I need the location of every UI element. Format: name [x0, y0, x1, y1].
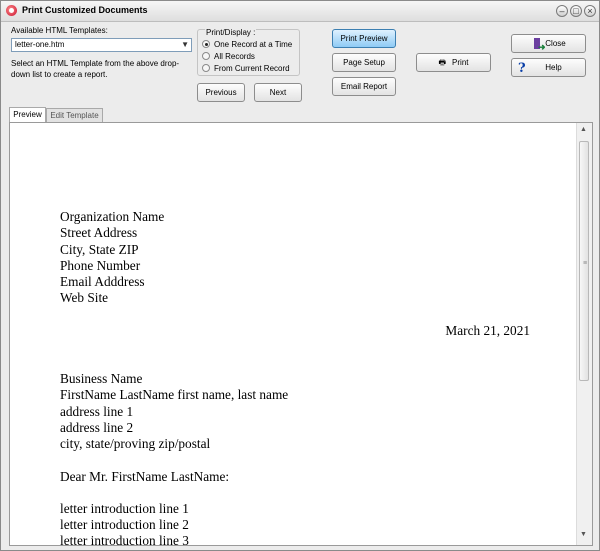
minimize-icon[interactable]: – [556, 5, 568, 17]
recipient-line: FirstName LastName first name, last name [60, 387, 289, 403]
recipient-line: address line 2 [60, 419, 134, 435]
print-documents-window: Print Customized Documents – □ × Availab… [0, 0, 600, 551]
org-line: Email Adddress [60, 274, 145, 290]
preview-pane: Organization Name Street Address City, S… [9, 122, 593, 546]
help-question-icon: ? [518, 61, 526, 76]
recipient-line: city, state/proving zip/postal [60, 436, 211, 452]
radio-all-records[interactable]: All Records [202, 52, 255, 61]
tab-edit-template[interactable]: Edit Template [46, 108, 103, 122]
radio-label: All Records [214, 52, 255, 61]
maximize-icon[interactable]: □ [570, 5, 582, 17]
app-icon [6, 5, 17, 16]
scroll-up-icon[interactable]: ▲ [580, 126, 587, 133]
previous-button[interactable]: Previous [197, 83, 245, 102]
close-window-icon[interactable]: × [584, 5, 596, 17]
vertical-scrollbar[interactable]: ▲ ≡ ▼ [576, 123, 592, 545]
radio-label: From Current Record [214, 64, 290, 73]
template-dropdown[interactable]: letter-one.htm ▼ [11, 38, 192, 52]
letter-date: March 21, 2021 [445, 322, 530, 338]
org-line: Organization Name [60, 209, 165, 224]
email-report-button[interactable]: Email Report [332, 77, 396, 96]
scrollbar-thumb[interactable]: ≡ [579, 141, 589, 381]
org-line: City, State ZIP [60, 241, 139, 257]
title-bar: Print Customized Documents – □ × [1, 1, 599, 22]
page-setup-button[interactable]: Page Setup [332, 53, 396, 72]
letter-document: Organization Name Street Address City, S… [60, 209, 530, 546]
window-title: Print Customized Documents [22, 5, 148, 15]
close-button[interactable]: ➜ Close [511, 34, 586, 53]
exit-door-icon: ➜ [534, 38, 546, 52]
tab-preview[interactable]: Preview [9, 107, 46, 122]
salutation: Dear Mr. FirstName LastName: [60, 468, 230, 484]
close-button-label: Close [545, 39, 566, 48]
next-button[interactable]: Next [254, 83, 302, 102]
recipient-line: address line 1 [60, 403, 134, 419]
radio-from-current[interactable]: From Current Record [202, 64, 290, 73]
print-display-title: Print/Display : [205, 28, 257, 37]
radio-icon [202, 52, 210, 60]
intro-line: letter introduction line 1 [60, 500, 189, 516]
printer-icon: 🖶 [438, 58, 447, 67]
recipient-line: Business Name [60, 371, 143, 387]
radio-selected-icon [202, 40, 210, 48]
scroll-down-icon[interactable]: ▼ [580, 531, 587, 538]
template-hint: Select an HTML Template from the above d… [11, 59, 180, 79]
radio-label: One Record at a Time [214, 40, 293, 49]
radio-icon [202, 64, 210, 72]
chevron-down-icon[interactable]: ▼ [181, 40, 189, 49]
org-line: Web Site [60, 290, 109, 306]
print-button-label: Print [452, 58, 469, 67]
print-preview-button[interactable]: Print Preview [332, 29, 396, 48]
templates-label: Available HTML Templates: [11, 26, 108, 35]
intro-line: letter introduction line 3 [60, 533, 189, 546]
org-line: Phone Number [60, 257, 141, 273]
print-button[interactable]: 🖶 Print [416, 53, 491, 72]
radio-one-record[interactable]: One Record at a Time [202, 40, 292, 49]
org-line: Street Address [60, 225, 138, 241]
help-button-label: Help [545, 63, 562, 72]
intro-line: letter introduction line 2 [60, 517, 189, 533]
template-dropdown-value: letter-one.htm [15, 40, 65, 49]
grip-icon: ≡ [583, 260, 588, 267]
help-button[interactable]: ? Help [511, 58, 586, 77]
